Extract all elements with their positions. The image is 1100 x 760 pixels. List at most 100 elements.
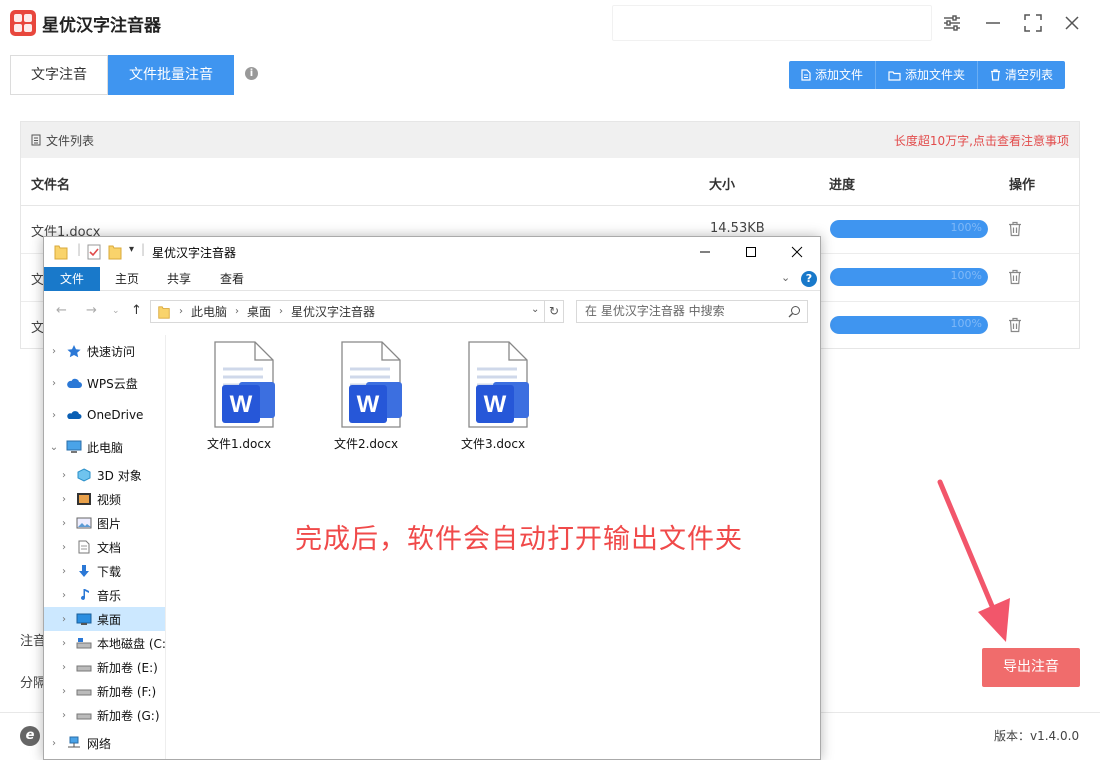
word-document-icon: W	[214, 341, 275, 428]
nav-item-volume-f[interactable]: › 新加卷 (F:)	[44, 679, 165, 703]
nav-label: 新加卷 (E:)	[97, 660, 158, 675]
info-icon[interactable]: i	[245, 67, 258, 80]
ribbon-tab-home[interactable]: 主页	[104, 267, 150, 291]
video-icon	[77, 493, 91, 505]
cloud-icon	[67, 378, 82, 388]
forward-arrow-icon[interactable]: →	[86, 303, 97, 318]
nav-label: 此电脑	[87, 440, 124, 455]
address-row: ← → ⌄ ↑ › 此电脑 › 桌面 › 星优汉字注音器 ⌄ ↻ 在 星优汉字注…	[44, 297, 820, 325]
cube-icon	[77, 468, 91, 482]
nav-item-music[interactable]: › 音乐	[44, 583, 165, 607]
mode-tabs: 文字注音 文件批量注音	[10, 55, 234, 95]
file-explorer-window: | ▾ | 星优汉字注音器 文件 主页 共享 查看 ⌄ ? ← → ⌄ ↑ › …	[43, 236, 821, 760]
nav-item-downloads[interactable]: › 下载	[44, 559, 165, 583]
delete-icon[interactable]	[1008, 317, 1022, 333]
col-action: 操作	[1009, 178, 1036, 193]
nav-label: 下载	[97, 564, 122, 579]
ribbon-expand-icon[interactable]: ⌄	[781, 271, 790, 284]
breadcrumb-separator-icon: ›	[179, 306, 183, 317]
completion-annotation: 完成后，软件会自动打开输出文件夹	[295, 524, 743, 555]
nav-item-network[interactable]: › 网络	[44, 727, 165, 759]
drive-icon	[76, 638, 92, 649]
file-list-header: 文件列表 长度超10万字,点击查看注意事项	[21, 122, 1079, 158]
file-item[interactable]: W 文件3.docx	[438, 341, 548, 452]
drive-icon	[76, 689, 92, 696]
nav-item-onedrive[interactable]: › OneDrive	[44, 399, 165, 431]
svg-text:W: W	[230, 391, 253, 418]
add-folder-button[interactable]: 添加文件夹	[876, 61, 979, 89]
download-icon	[79, 565, 89, 577]
nav-label: OneDrive	[87, 408, 144, 422]
tab-text-annotation[interactable]: 文字注音	[10, 55, 108, 95]
app-titlebar: 星优汉字注音器	[0, 0, 1100, 48]
star-icon	[67, 345, 81, 358]
col-size: 大小	[709, 178, 736, 193]
minimize-icon[interactable]	[980, 10, 1006, 36]
close-icon[interactable]	[1059, 10, 1085, 36]
breadcrumb-this-pc[interactable]: 此电脑	[191, 303, 227, 320]
ribbon-tab-view[interactable]: 查看	[209, 267, 255, 291]
network-icon	[68, 736, 80, 748]
up-arrow-icon[interactable]: ↑	[131, 303, 142, 318]
address-bar[interactable]: › 此电脑 › 桌面 › 星优汉字注音器 ⌄	[150, 300, 545, 323]
nav-item-desktop[interactable]: › 桌面	[44, 607, 165, 631]
nav-item-local-disk-c[interactable]: › 本地磁盘 (C:	[44, 631, 165, 655]
breadcrumb-separator-icon: ›	[235, 306, 240, 317]
nav-item-quick-access[interactable]: › 快速访问	[44, 335, 165, 367]
folder-icon	[888, 70, 901, 81]
explorer-maximize-icon[interactable]	[728, 237, 774, 267]
add-file-button[interactable]: 添加文件	[789, 61, 877, 89]
breadcrumb-desktop[interactable]: 桌面	[247, 303, 271, 320]
address-dropdown-icon[interactable]: ⌄	[531, 304, 539, 315]
nav-item-3d-objects[interactable]: › 3D 对象	[44, 463, 165, 487]
toolbar-divider: |	[141, 242, 146, 256]
quick-access-dropdown-icon[interactable]: ▾	[129, 244, 134, 255]
explorer-titlebar: | ▾ | 星优汉字注音器	[44, 237, 820, 267]
breadcrumb-current-folder[interactable]: 星优汉字注音器	[291, 303, 375, 320]
file-item[interactable]: W 文件2.docx	[311, 341, 421, 452]
onedrive-icon	[67, 411, 82, 419]
nav-label: 图片	[97, 516, 122, 531]
settings-icon[interactable]	[939, 10, 965, 36]
properties-icon[interactable]	[87, 244, 101, 260]
nav-label: 文档	[97, 540, 122, 555]
tab-batch-annotation[interactable]: 文件批量注音	[108, 55, 234, 95]
nav-item-volume-g[interactable]: › 新加卷 (G:)	[44, 703, 165, 727]
clear-list-button[interactable]: 清空列表	[978, 61, 1065, 89]
nav-item-this-pc[interactable]: ⌄ 此电脑	[44, 431, 165, 463]
folder-icon	[54, 245, 68, 260]
file-item[interactable]: W 文件1.docx	[184, 341, 294, 452]
ribbon-tab-share[interactable]: 共享	[156, 267, 202, 291]
browser-e-icon[interactable]: e	[20, 726, 40, 746]
delete-icon[interactable]	[1008, 221, 1022, 237]
explorer-search-input[interactable]: 在 星优汉字注音器 中搜索	[576, 300, 808, 323]
explorer-minimize-icon[interactable]	[682, 237, 728, 267]
file-name: 文件2.docx	[333, 437, 399, 451]
file-name: 文件3.docx	[460, 437, 526, 451]
file-toolbar: 添加文件 添加文件夹 清空列表	[789, 61, 1066, 89]
nav-item-wps-cloud[interactable]: › WPS云盘	[44, 367, 165, 399]
version-label: 版本：v1.4.0.0	[994, 729, 1080, 743]
nav-item-pictures[interactable]: › 图片	[44, 511, 165, 535]
delete-icon[interactable]	[1008, 269, 1022, 285]
recent-locations-icon[interactable]: ⌄	[112, 306, 120, 316]
refresh-icon[interactable]: ↻	[545, 300, 564, 323]
nav-item-videos[interactable]: › 视频	[44, 487, 165, 511]
nav-item-documents[interactable]: › 文档	[44, 535, 165, 559]
back-arrow-icon[interactable]: ←	[56, 303, 67, 318]
help-icon[interactable]: ?	[801, 271, 817, 287]
add-folder-label: 添加文件夹	[905, 68, 966, 82]
length-warning-link[interactable]: 长度超10万字,点击查看注意事项	[894, 132, 1069, 149]
nav-label: WPS云盘	[87, 376, 138, 391]
ribbon-tab-file[interactable]: 文件	[44, 267, 100, 291]
new-folder-icon[interactable]	[108, 244, 122, 260]
nav-label: 新加卷 (F:)	[97, 684, 157, 699]
nav-item-volume-e[interactable]: › 新加卷 (E:)	[44, 655, 165, 679]
file-list-title: 文件列表	[46, 133, 95, 148]
explorer-close-icon[interactable]	[774, 237, 820, 267]
trash-icon	[991, 69, 1001, 81]
search-placeholder: 在 星优汉字注音器 中搜索	[585, 304, 725, 318]
toolbar-divider: |	[77, 242, 82, 256]
export-button[interactable]: 导出注音	[982, 648, 1080, 687]
maximize-icon[interactable]	[1020, 10, 1046, 36]
